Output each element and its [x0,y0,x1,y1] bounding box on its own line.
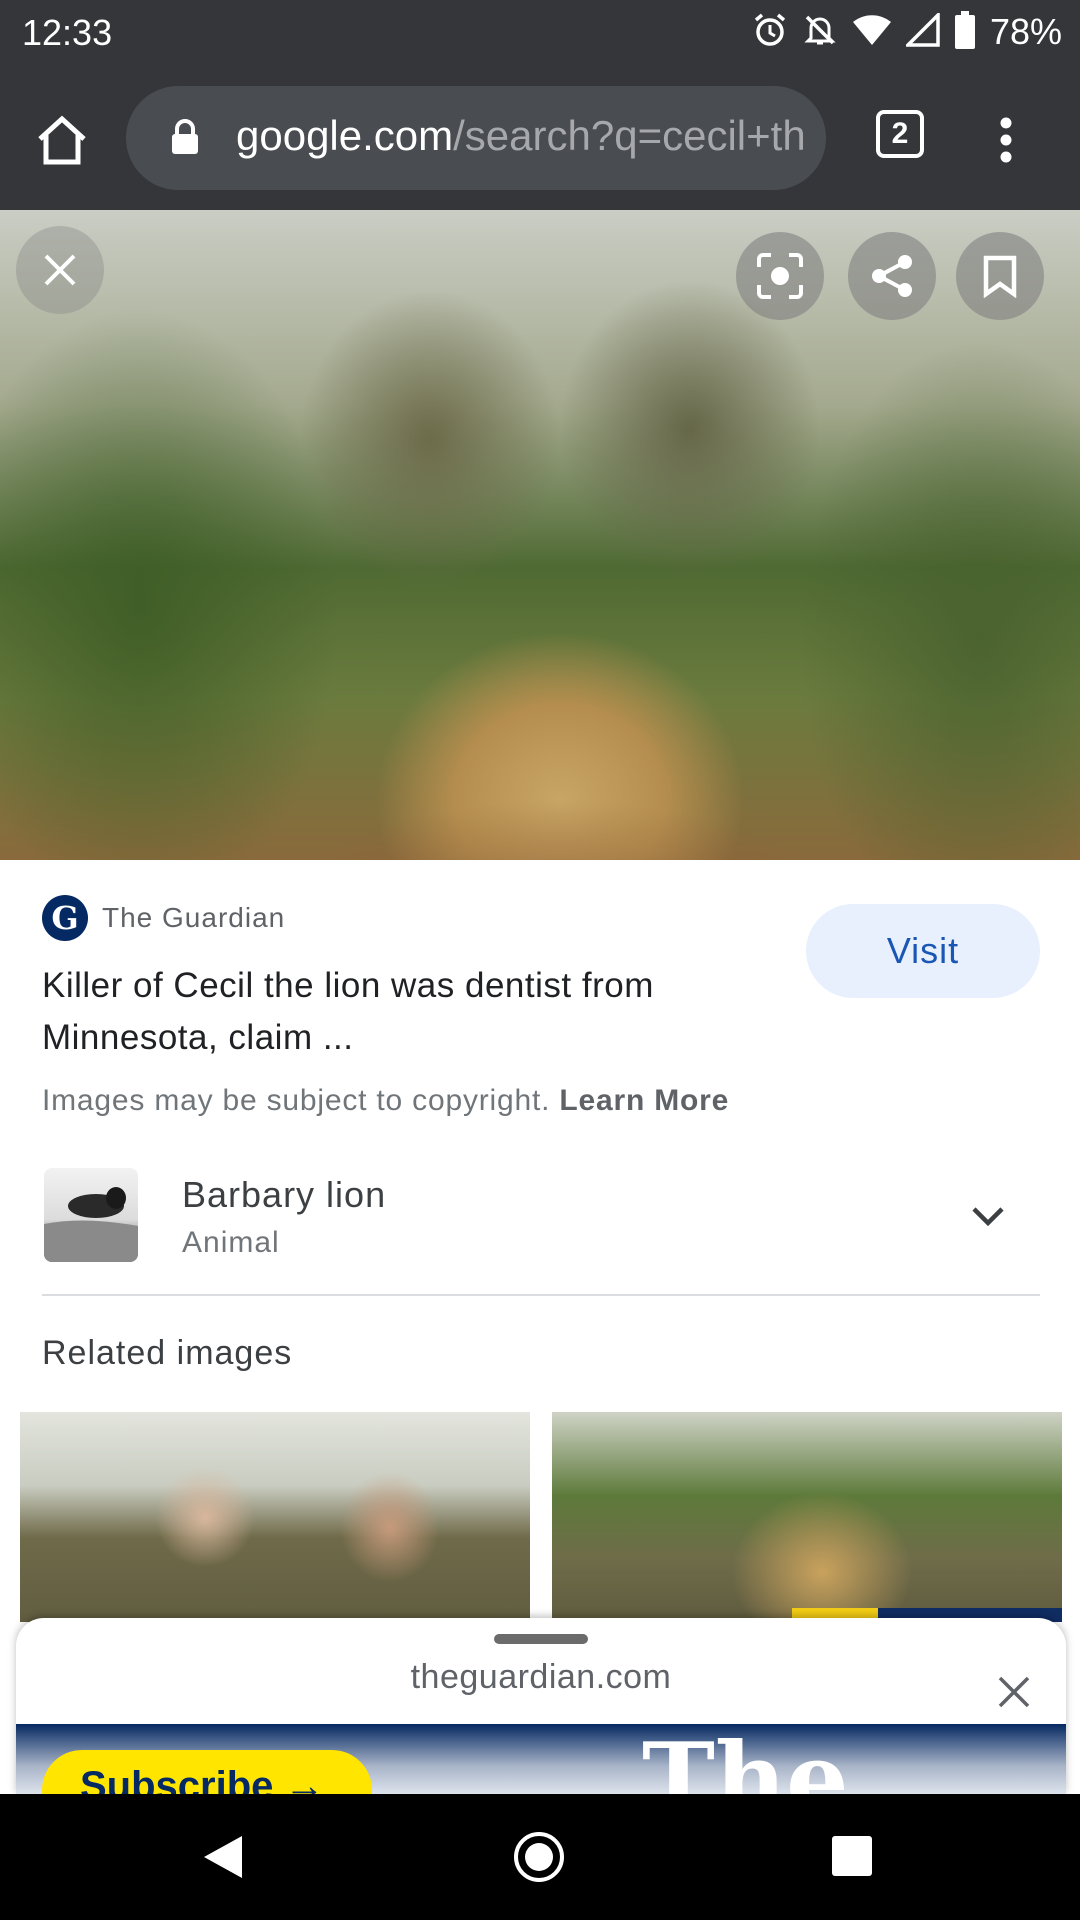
back-icon[interactable] [202,1834,244,1880]
lock-icon[interactable] [170,118,200,161]
browser-toolbar: google.com/search?q=cecil+th 2 [0,64,1080,210]
subscribe-button[interactable]: Subscribe → [42,1750,372,1794]
share-button[interactable] [848,232,936,320]
battery-icon [954,10,976,54]
close-button[interactable] [16,226,104,314]
sheet-domain: theguardian.com [410,1658,672,1696]
entity-type: Animal [182,1226,280,1259]
share-icon [872,255,912,297]
site-preview-content[interactable]: Subscribe → The [16,1724,1066,1794]
source-attribution[interactable]: G The Guardian [42,894,285,942]
guardian-logo-icon: G [42,895,88,941]
signal-icon [903,10,940,52]
status-icons: 78% [752,10,1062,54]
url-domain: google.com [236,112,454,159]
lens-button[interactable] [736,232,824,320]
more-vert-icon[interactable] [984,100,1028,180]
recents-icon[interactable] [832,1836,872,1876]
status-time: 12:33 [22,12,113,53]
home-icon [38,115,86,165]
related-images-heading: Related images [42,1334,293,1372]
close-icon [44,254,76,286]
save-button[interactable] [956,232,1044,320]
copyright-text: Images may be subject to copyright. [42,1084,551,1117]
chevron-down-icon[interactable] [966,1194,1010,1238]
url-text[interactable]: google.com/search?q=cecil+th [236,112,806,160]
result-title[interactable]: Killer of Cecil the lion was dentist fro… [42,960,762,1064]
entity-thumbnail [44,1168,138,1262]
guardian-masthead: The [642,1724,849,1794]
site-preview-sheet[interactable]: theguardian.com Subscribe → The [16,1618,1066,1794]
learn-more-link[interactable]: Learn More [559,1084,729,1117]
system-nav-bar [0,1794,1080,1920]
url-path: /search?q=cecil+th [453,112,806,159]
related-image[interactable] [552,1412,1062,1622]
preview-image[interactable] [0,210,1080,860]
entity-name: Barbary lion [182,1174,387,1215]
status-bar: 12:33 78% [0,0,1080,64]
tab-switcher-button[interactable]: 2 [876,110,924,158]
home-button[interactable] [26,104,98,176]
alarm-icon [752,12,788,53]
drag-handle[interactable] [494,1634,588,1644]
divider [42,1294,1040,1296]
home-nav-icon[interactable] [514,1832,564,1882]
battery-percent: 78% [989,11,1062,52]
related-image[interactable] [20,1412,530,1622]
knowledge-entity[interactable]: Barbary lion Animal [42,1168,1042,1266]
wifi-icon [852,13,892,52]
close-icon[interactable] [996,1674,1032,1710]
bell-off-icon [802,12,838,53]
copyright-notice: Images may be subject to copyright. Lear… [42,1084,1042,1118]
bookmark-icon [983,255,1017,298]
source-name: The Guardian [102,902,286,933]
visit-button[interactable]: Visit [806,904,1040,998]
lens-icon [757,253,803,299]
address-bar[interactable]: google.com/search?q=cecil+th [126,86,826,190]
